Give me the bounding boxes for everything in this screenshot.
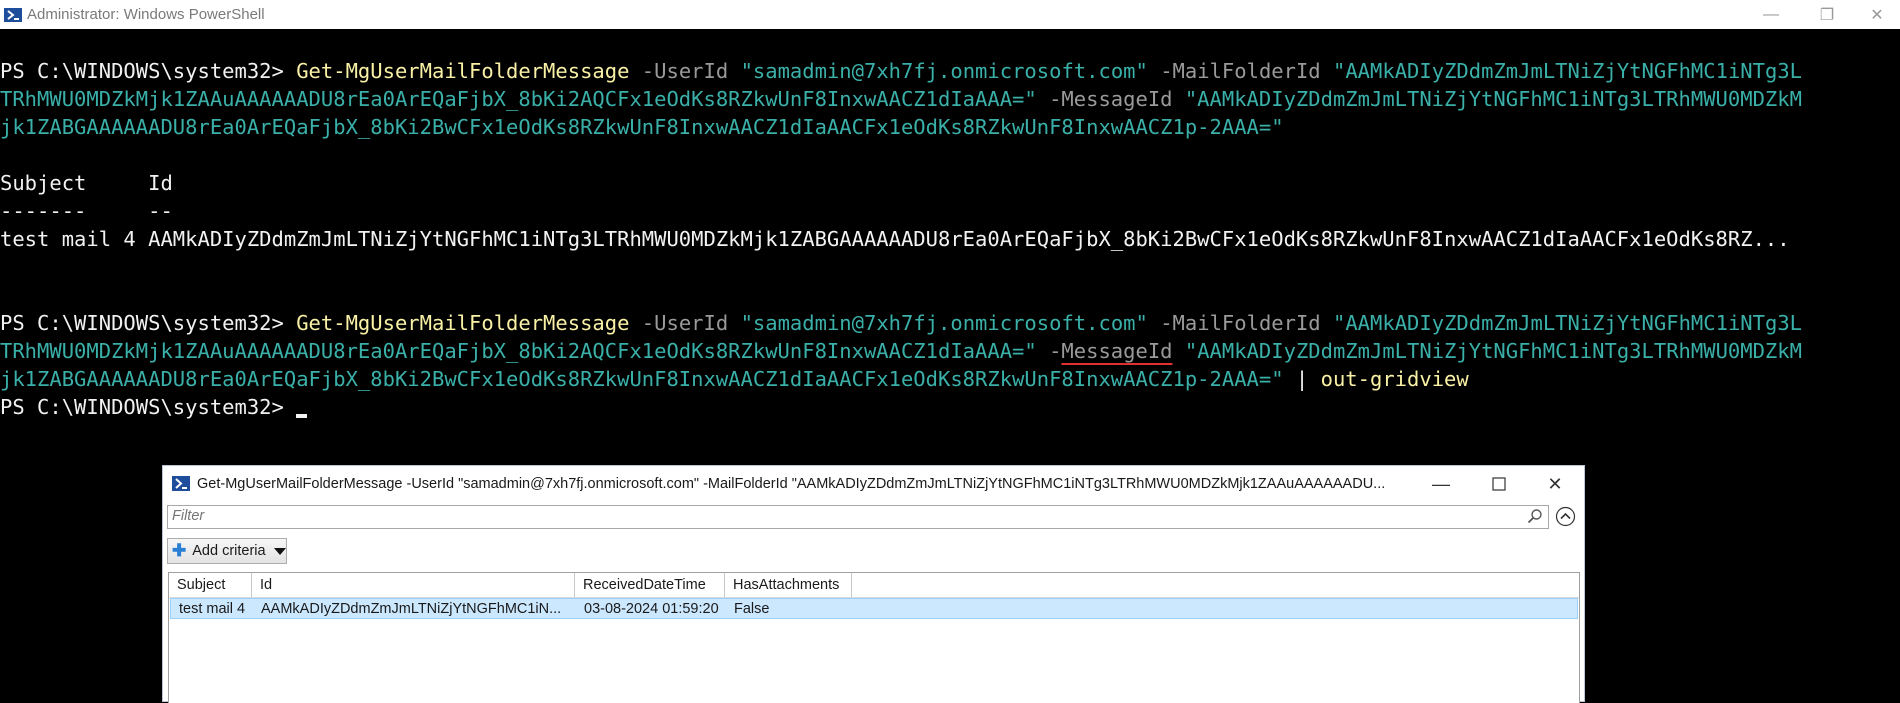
powershell-titlebar: Administrator: Windows PowerShell — ❐ ✕ [0, 0, 1900, 29]
command-line-2-wrap-1: TRhMWU0MDZkMjk1ZAAuAAAAAADU8rEa0ArEQaFjb… [0, 337, 1802, 365]
search-icon[interactable] [1527, 508, 1543, 524]
value-mailfolderid-cont: TRhMWU0MDZkMjk1ZAAuAAAAAADU8rEa0ArEQaFjb… [0, 339, 1037, 363]
column-header-id[interactable]: Id [252, 573, 575, 597]
results-grid: Subject Id ReceivedDateTime HasAttachmen… [168, 572, 1580, 703]
current-prompt[interactable]: PS C:\WINDOWS\system32> [0, 393, 308, 421]
prompt: PS C:\WINDOWS\system32> [0, 395, 297, 419]
gridview-window: Get-MgUserMailFolderMessage -UserId "sam… [162, 465, 1585, 703]
param-messageid-underlined: MessageId [1061, 339, 1173, 363]
param-userid: -UserId [629, 311, 741, 335]
text-cursor [296, 414, 308, 418]
plus-icon: ✚ [172, 541, 187, 560]
value-messageid-cont: jk1ZABGAAAAAADU8rEa0ArEQaFjbX_8bKi2BwCFx… [0, 367, 1284, 391]
value-messageid: "AAMkADIyZDdmZmJmLTNiZjYtNGFhMC1iNTg3LTR… [1184, 339, 1802, 363]
powershell-icon [172, 476, 190, 491]
gridview-minimize-button[interactable]: — [1417, 466, 1465, 502]
prompt: PS C:\WINDOWS\system32> [0, 59, 297, 83]
maximize-icon [1492, 477, 1506, 491]
value-mailfolderid-cont: TRhMWU0MDZkMjk1ZAAuAAAAAADU8rEa0ArEQaFjb… [0, 87, 1037, 111]
gridview-maximize-button[interactable] [1475, 466, 1523, 502]
close-button[interactable]: ✕ [1854, 0, 1900, 29]
command-line-2-wrap-2: jk1ZABGAAAAAADU8rEa0ArEQaFjbX_8bKi2BwCFx… [0, 365, 1469, 393]
column-header-hasattachments[interactable]: HasAttachments [725, 573, 852, 597]
gridview-titlebar: Get-MgUserMailFolderMessage -UserId "sam… [163, 466, 1584, 502]
pipe-operator: | [1283, 367, 1321, 391]
out-gridview-cmdlet: out-gridview [1320, 367, 1469, 391]
close-icon: ✕ [1547, 473, 1563, 494]
cell-subject: test mail 4 [179, 601, 246, 617]
prompt: PS C:\WINDOWS\system32> [0, 311, 297, 335]
gridview-close-button[interactable]: ✕ [1531, 466, 1579, 502]
cell-id: AAMkADIyZDdmZmJmLTNiZjYtNGFhMC1iN... [261, 601, 562, 617]
output-header: Subject Id [0, 171, 173, 195]
collapse-icon[interactable] [1555, 506, 1576, 527]
param-messageid: -MessageId [1036, 87, 1185, 111]
filter-input[interactable] [168, 506, 1512, 526]
cell-receiveddatetime: 03-08-2024 01:59:20 [584, 601, 719, 617]
table-row[interactable]: test mail 4 AAMkADIyZDdmZmJmLTNiZjYtNGFh… [170, 598, 1578, 619]
window-title: Administrator: Windows PowerShell [27, 6, 265, 23]
chevron-down-icon [273, 547, 286, 555]
command-line-1: PS C:\WINDOWS\system32> Get-MgUserMailFo… [0, 57, 1802, 85]
command-line-1-wrap-1: TRhMWU0MDZkMjk1ZAAuAAAAAADU8rEa0ArEQaFjb… [0, 85, 1802, 113]
column-header-subject[interactable]: Subject [169, 573, 252, 597]
minimize-icon: — [1432, 473, 1450, 494]
add-criteria-label: Add criteria [192, 543, 266, 559]
grid-header: Subject Id ReceivedDateTime HasAttachmen… [169, 573, 1579, 598]
command-line-1-wrap-2: jk1ZABGAAAAAADU8rEa0ArEQaFjbX_8bKi2BwCFx… [0, 113, 1284, 141]
cmdlet: Get-MgUserMailFolderMessage [296, 59, 630, 83]
restore-button[interactable]: ❐ [1804, 0, 1850, 29]
value-messageid: "AAMkADIyZDdmZmJmLTNiZjYtNGFhMC1iNTg3LTR… [1184, 87, 1802, 111]
gridview-title: Get-MgUserMailFolderMessage -UserId "sam… [197, 476, 1386, 492]
output-header-underline: ------- -- [0, 199, 173, 223]
filter-box [167, 505, 1549, 529]
param-dash: - [1036, 339, 1062, 363]
minimize-button[interactable]: — [1748, 0, 1794, 29]
output-row: test mail 4 AAMkADIyZDdmZmJmLTNiZjYtNGFh… [0, 227, 1790, 251]
value-messageid-cont: jk1ZABGAAAAAADU8rEa0ArEQaFjbX_8bKi2BwCFx… [0, 115, 1284, 139]
param-userid: -UserId [629, 59, 741, 83]
minimize-icon: — [1763, 5, 1779, 23]
value-mailfolderid: "AAMkADIyZDdmZmJmLTNiZjYtNGFhMC1iNTg3L [1333, 59, 1802, 83]
value-mailfolderid: "AAMkADIyZDdmZmJmLTNiZjYtNGFhMC1iNTg3L [1333, 311, 1802, 335]
column-header-receiveddatetime[interactable]: ReceivedDateTime [575, 573, 725, 597]
add-criteria-button[interactable]: ✚ Add criteria [167, 538, 287, 564]
param-mailfolderid: -MailFolderId [1147, 311, 1333, 335]
cell-hasattachments: False [734, 601, 770, 617]
close-icon: ✕ [1870, 6, 1884, 24]
restore-icon: ❐ [1819, 6, 1835, 24]
value-userid: "samadmin@7xh7fj.onmicrosoft.com" [740, 311, 1148, 335]
value-userid: "samadmin@7xh7fj.onmicrosoft.com" [740, 59, 1148, 83]
param-mailfolderid: -MailFolderId [1147, 59, 1333, 83]
command-line-2: PS C:\WINDOWS\system32> Get-MgUserMailFo… [0, 309, 1802, 337]
powershell-icon [4, 8, 22, 22]
cmdlet: Get-MgUserMailFolderMessage [296, 311, 630, 335]
